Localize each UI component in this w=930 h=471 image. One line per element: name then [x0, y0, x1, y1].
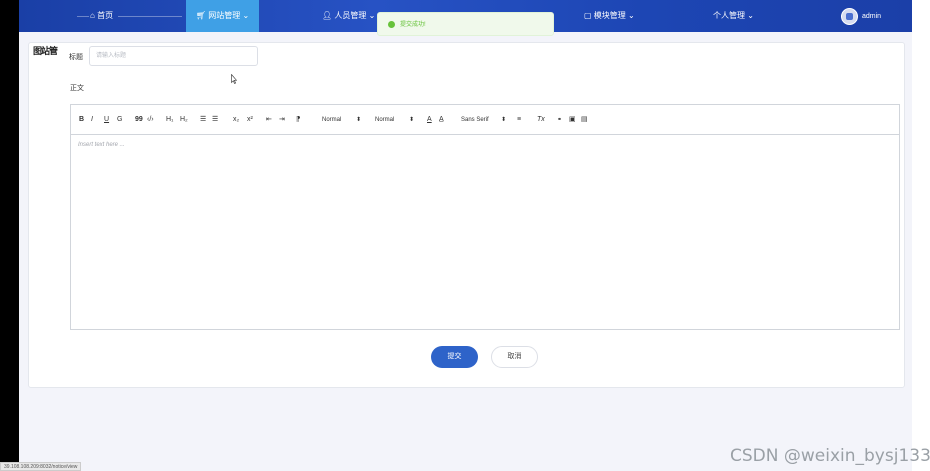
clear-format-button[interactable]: Tx	[537, 114, 545, 126]
ordered-list-button[interactable]: ☰	[200, 114, 206, 126]
align-picker[interactable]: ≡	[517, 114, 521, 126]
editor-toolbar: B I U G 99 ‹/› H₁ H₂ ☰ ☰ x₂ x² ⇤ ⇥ ⁋ Nor…	[71, 105, 899, 135]
nav-item-site-management[interactable]: 🛒︎ 网站管理 ⌄	[186, 0, 259, 32]
italic-button[interactable]: I	[91, 114, 93, 126]
nav-decor-line	[118, 16, 182, 17]
toast-message: 提交成功!	[400, 22, 426, 28]
editor-placeholder: Insert text here ...	[78, 142, 125, 148]
image-icon[interactable]: ▣	[569, 114, 576, 126]
chevron-down-icon: ⬍	[501, 117, 507, 123]
browser-status-url: 39.108.108.209:8032/notice/view	[0, 462, 82, 471]
header2-button[interactable]: H₂	[180, 114, 188, 126]
window-right-edge	[912, 0, 930, 471]
success-icon	[388, 21, 395, 28]
chevron-down-icon: ⬍	[409, 117, 415, 123]
indent-button[interactable]: ⇥	[279, 114, 285, 126]
font-color-picker[interactable]: A	[427, 114, 432, 126]
title-label: 标题	[69, 54, 83, 61]
success-toast: 提交成功!	[377, 12, 554, 36]
nav-item-personal-management[interactable]: 个人管理 ⌄	[713, 0, 754, 32]
link-icon[interactable]: ⚭	[557, 114, 562, 126]
body-label: 正文	[70, 85, 84, 92]
subscript-button[interactable]: x₂	[233, 114, 239, 126]
chevron-down-icon: ⌄	[368, 11, 376, 20]
title-input[interactable]	[89, 46, 258, 66]
bullet-list-button[interactable]: ☰	[212, 114, 218, 126]
module-icon: ▢	[584, 11, 592, 20]
nav-decor-line	[77, 16, 89, 17]
watermark-text: CSDN @weixin_bysj1330	[730, 446, 930, 466]
username-label[interactable]: admin	[862, 0, 881, 32]
user-icon: 👤︎	[322, 11, 333, 20]
nav-label: 网站管理	[208, 11, 241, 20]
nav-item-home[interactable]: ⌂ 首页	[90, 0, 113, 32]
submit-button[interactable]: 提交	[431, 346, 478, 368]
nav-label: 人员管理	[334, 11, 367, 20]
video-icon[interactable]: ▤	[581, 114, 588, 126]
home-icon: ⌂	[90, 11, 95, 20]
nav-item-staff-management[interactable]: 👤︎ 人员管理 ⌄	[322, 0, 375, 32]
mouse-cursor-icon	[231, 74, 237, 84]
bold-button[interactable]: B	[79, 114, 84, 126]
corner-logo: 图站管	[33, 46, 58, 56]
header-picker[interactable]: Normal	[375, 114, 394, 126]
window-left-edge	[0, 0, 19, 471]
nav-label: 个人管理	[713, 11, 745, 20]
chevron-down-icon: ⬍	[356, 117, 362, 123]
code-block-button[interactable]: ‹/›	[147, 114, 154, 126]
chevron-down-icon: ⌄	[747, 11, 754, 20]
cart-icon: 🛒︎	[195, 11, 206, 20]
outdent-button[interactable]: ⇤	[266, 114, 272, 126]
font-picker[interactable]: Sans Serif	[461, 114, 489, 126]
strike-button[interactable]: G	[117, 114, 122, 126]
blockquote-button[interactable]: 99	[135, 114, 143, 126]
chevron-down-icon: ⌄	[628, 11, 635, 20]
chevron-down-icon: ⌄	[242, 11, 250, 20]
header1-button[interactable]: H₁	[166, 114, 173, 126]
background-color-picker[interactable]: A̲	[439, 114, 444, 126]
superscript-button[interactable]: x²	[247, 114, 253, 126]
page-viewport: ⌂ 首页 🛒︎ 网站管理 ⌄ 👤︎ 人员管理 ⌄ ▢ 模块管理 ⌄ 个人管理 ⌄…	[19, 0, 912, 471]
nav-label: 模块管理	[593, 11, 626, 20]
cancel-button[interactable]: 取消	[491, 346, 538, 368]
underline-button[interactable]: U	[104, 114, 109, 126]
text-direction-button[interactable]: ⁋	[296, 114, 300, 126]
nav-item-module-management[interactable]: ▢ 模块管理 ⌄	[584, 0, 635, 32]
rich-text-editor: B I U G 99 ‹/› H₁ H₂ ☰ ☰ x₂ x² ⇤ ⇥ ⁋ Nor…	[70, 104, 900, 330]
size-picker[interactable]: Normal	[322, 114, 341, 126]
avatar[interactable]	[841, 8, 858, 25]
editor-content-area[interactable]: Insert text here ...	[71, 135, 899, 329]
nav-label: 首页	[97, 11, 114, 20]
